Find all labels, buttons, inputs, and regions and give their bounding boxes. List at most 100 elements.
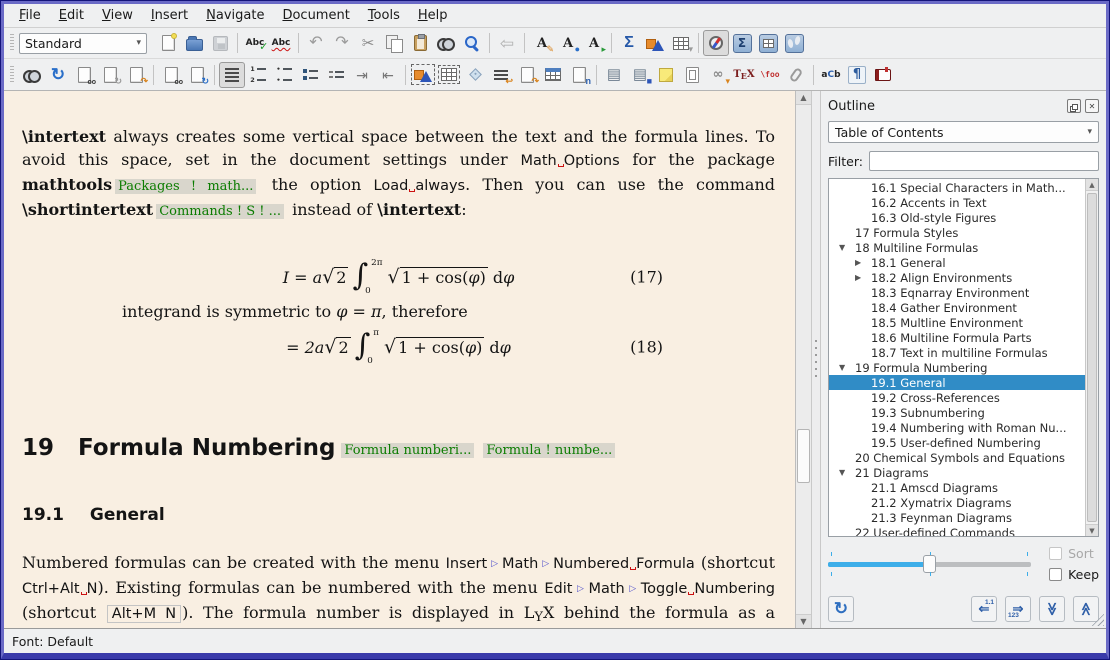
doc-inset-button[interactable]: ▤: [601, 62, 627, 88]
update-button[interactable]: ↻: [45, 62, 71, 88]
description-list-button[interactable]: [297, 62, 323, 88]
bullet-list-button[interactable]: [271, 62, 297, 88]
doc-inset-alt-button[interactable]: ▤■: [627, 62, 653, 88]
view-master-button[interactable]: oo: [71, 62, 97, 88]
toc-list[interactable]: 16.1 Special Characters in Math...16.2 A…: [828, 178, 1099, 537]
nomenclature-button[interactable]: n: [566, 62, 592, 88]
toc-item[interactable]: ▼19 Formula Numbering: [829, 360, 1085, 375]
insert-box-button[interactable]: [679, 62, 705, 88]
insert-hyperlink-button[interactable]: ∞▾: [705, 62, 731, 88]
update-master-button[interactable]: ↻: [97, 62, 123, 88]
insert-tex-button[interactable]: TEX: [731, 62, 757, 88]
demote-section-button[interactable]: ⇒123: [1005, 596, 1031, 622]
toc-item[interactable]: 18.5 Multline Environment: [829, 315, 1085, 330]
math-macro-button[interactable]: \foo: [757, 62, 783, 88]
update-other-formats-button[interactable]: ↻: [184, 62, 210, 88]
index-inset[interactable]: Formula numberi...: [341, 443, 474, 458]
outline-type-select[interactable]: Table of Contents ▾: [828, 121, 1099, 143]
depth-slider[interactable]: [828, 551, 1031, 577]
numbered-list-button[interactable]: [245, 62, 271, 88]
toc-item[interactable]: 20 Chemical Symbols and Equations: [829, 450, 1085, 465]
equation-block[interactable]: I = a√2∫2π0√1 + cos(φ)dφ (17) integrand …: [22, 253, 775, 371]
keep-checkbox-row[interactable]: Keep: [1049, 567, 1099, 582]
update-outline-button[interactable]: ↻: [828, 596, 854, 622]
toc-item[interactable]: 17 Formula Styles: [829, 225, 1085, 240]
toc-item[interactable]: 21.2 Xymatrix Diagrams: [829, 495, 1085, 510]
new-document-button[interactable]: [155, 30, 181, 56]
scrollbar-thumb[interactable]: [1087, 193, 1097, 522]
forward-search-button[interactable]: ↷: [123, 62, 149, 88]
menu-insert[interactable]: Insert: [142, 6, 197, 25]
menu-navigate[interactable]: Navigate: [197, 6, 273, 25]
menu-document[interactable]: Document: [273, 6, 358, 25]
insert-math-button[interactable]: Σ: [616, 30, 642, 56]
toggle-noun-button[interactable]: A●: [555, 30, 581, 56]
cut-button[interactable]: ✂: [355, 30, 381, 56]
filter-input[interactable]: [869, 151, 1099, 171]
promote-section-button[interactable]: ⇐1.1: [971, 596, 997, 622]
track-changes-button[interactable]: Abc: [268, 30, 294, 56]
float-panel-button[interactable]: [1067, 99, 1081, 113]
paragraph-style-select[interactable]: Standard ▾: [19, 33, 147, 54]
redo-button[interactable]: ↷: [329, 30, 355, 56]
toc-item[interactable]: 18.3 Eqnarray Environment: [829, 285, 1085, 300]
toc-item[interactable]: 19.2 Cross-References: [829, 390, 1085, 405]
menu-file[interactable]: File: [10, 6, 50, 25]
expand-arrow-icon[interactable]: ▼: [839, 243, 845, 252]
toc-item[interactable]: 19.5 User-defined Numbering: [829, 435, 1085, 450]
toc-item[interactable]: ▶18.1 General: [829, 255, 1085, 270]
close-panel-button[interactable]: ✕: [1085, 99, 1099, 113]
splitter-handle[interactable]: [811, 91, 821, 628]
scroll-up-icon[interactable]: ▲: [1086, 179, 1098, 191]
copy-button[interactable]: [381, 30, 407, 56]
view-other-formats-button[interactable]: oo: [158, 62, 184, 88]
insert-label-button[interactable]: [462, 62, 488, 88]
collapse-arrow-icon[interactable]: ▶: [855, 258, 861, 267]
toolbar-drag-handle[interactable]: [10, 34, 14, 52]
expand-arrow-icon[interactable]: ▼: [839, 363, 845, 372]
find-replace-button[interactable]: [459, 30, 485, 56]
menu-edit[interactable]: Edit: [50, 6, 93, 25]
increase-depth-button[interactable]: ⇥: [349, 62, 375, 88]
menu-help[interactable]: Help: [409, 6, 457, 25]
thesaurus-button[interactable]: [870, 62, 896, 88]
wrap-float-button[interactable]: ↩: [488, 62, 514, 88]
text-style-button[interactable]: aCb: [818, 62, 844, 88]
toc-item[interactable]: ▼21 Diagrams: [829, 465, 1085, 480]
decrease-depth-button[interactable]: ⇤: [375, 62, 401, 88]
table-float-button[interactable]: [436, 62, 462, 88]
collapse-arrow-icon[interactable]: ▶: [855, 273, 861, 282]
toggle-review-toolbar-button[interactable]: [781, 30, 807, 56]
toc-item[interactable]: 19.4 Numbering with Roman Nu...: [829, 420, 1085, 435]
insert-note-button[interactable]: [653, 62, 679, 88]
scrollbar-thumb[interactable]: [797, 429, 810, 483]
apply-text-style-button[interactable]: A▸: [581, 30, 607, 56]
paragraph-settings-button[interactable]: ¶: [844, 62, 870, 88]
toc-item[interactable]: 16.3 Old-style Figures: [829, 210, 1085, 225]
toc-item[interactable]: 16.1 Special Characters in Math...: [829, 180, 1085, 195]
toc-item[interactable]: 16.2 Accents in Text: [829, 195, 1085, 210]
index-inset[interactable]: Commands ! S ! ...: [156, 204, 284, 219]
index-inset[interactable]: Formula ! numbe...: [483, 443, 615, 458]
view-button[interactable]: [19, 62, 45, 88]
toc-item[interactable]: 18.6 Multiline Formula Parts: [829, 330, 1085, 345]
undo-button[interactable]: ↶: [303, 30, 329, 56]
default-paragraph-button[interactable]: [219, 62, 245, 88]
scroll-down-icon[interactable]: ▼: [796, 614, 811, 628]
navigate-back-button[interactable]: ⇦: [494, 30, 520, 56]
footnote-button[interactable]: ↷: [514, 62, 540, 88]
toolbar-drag-handle[interactable]: [10, 66, 14, 84]
toc-scrollbar[interactable]: ▲ ▼: [1085, 179, 1098, 536]
toc-item[interactable]: ▼18 Multiline Formulas: [829, 240, 1085, 255]
save-document-button[interactable]: [207, 30, 233, 56]
toc-item[interactable]: 18.4 Gather Environment: [829, 300, 1085, 315]
toc-item[interactable]: 21.1 Amscd Diagrams: [829, 480, 1085, 495]
toc-item[interactable]: 21.3 Feynman Diagrams: [829, 510, 1085, 525]
sort-checkbox[interactable]: [1049, 547, 1062, 560]
toggle-outline-button[interactable]: [703, 30, 729, 56]
toggle-math-toolbar-button[interactable]: Σ: [729, 30, 755, 56]
toc-item[interactable]: 19.3 Subnumbering: [829, 405, 1085, 420]
scroll-up-icon[interactable]: ▲: [796, 91, 811, 105]
menu-tools[interactable]: Tools: [359, 6, 409, 25]
keep-checkbox[interactable]: [1049, 568, 1062, 581]
